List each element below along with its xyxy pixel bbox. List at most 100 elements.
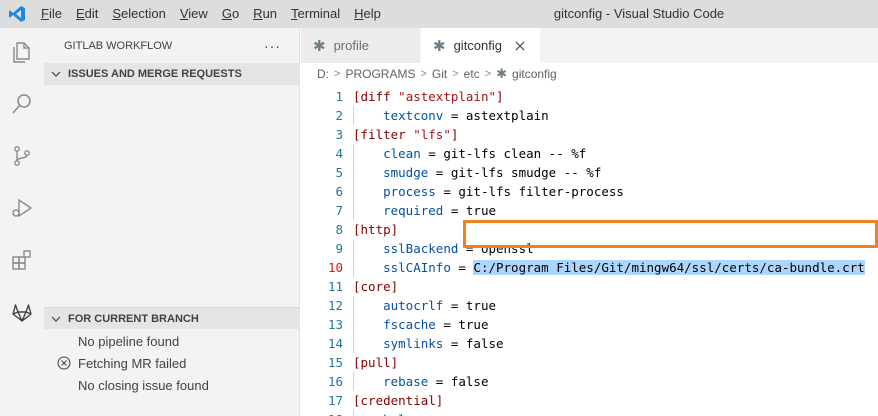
line-number: 9 xyxy=(335,241,343,256)
code-line[interactable]: 2 textconv = astextplain xyxy=(301,106,878,125)
line-text: required = true xyxy=(383,203,497,218)
list-item-closing-issue[interactable]: No closing issue found xyxy=(44,374,299,396)
menu-mnemonic: G xyxy=(221,6,232,21)
section-issues-merge-requests[interactable]: ISSUES AND MERGE REQUESTS xyxy=(44,63,299,85)
line-text: [pull] xyxy=(353,355,399,370)
line-text: fscache = true xyxy=(383,317,489,332)
line-number: 12 xyxy=(327,298,343,313)
error-icon xyxy=(57,356,71,370)
chevron-down-icon xyxy=(48,69,64,79)
more-actions-icon[interactable]: ··· xyxy=(264,38,281,54)
list-item-label: No pipeline found xyxy=(78,333,180,349)
menu-label-rest: elp xyxy=(363,6,381,21)
search-icon[interactable] xyxy=(0,82,44,126)
code-line[interactable]: 3 [filter "lfs"] xyxy=(301,125,878,144)
code-line[interactable]: 13 fscache = true xyxy=(301,315,878,334)
code-line[interactable]: 14 symlinks = false xyxy=(301,334,878,353)
menu-selection[interactable]: Selection xyxy=(105,0,172,28)
line-number: 17 xyxy=(327,393,343,408)
menu-bar: File Edit Selection View Go Run Terminal Help xyxy=(34,0,388,28)
close-icon[interactable] xyxy=(510,36,530,56)
chevron-right-icon: > xyxy=(452,68,459,80)
line-number: 6 xyxy=(335,184,343,199)
section-for-current-branch[interactable]: FOR CURRENT BRANCH xyxy=(44,307,299,329)
code-line[interactable]: 1 [diff "astextplain"] xyxy=(301,87,878,106)
code-line[interactable]: 11 [core] xyxy=(301,277,878,296)
menu-mnemonic: E xyxy=(75,6,85,21)
source-control-icon[interactable] xyxy=(0,134,44,178)
list-item-pipeline[interactable]: No pipeline found xyxy=(44,330,299,352)
code-line[interactable]: 10 sslCAInfo = C:/Program Files/Git/ming… xyxy=(301,258,878,277)
explorer-icon[interactable] xyxy=(0,30,44,74)
sidebar-header: GITLAB WORKFLOW ··· xyxy=(44,28,299,63)
line-number: 3 xyxy=(335,127,343,142)
code-line[interactable]: 17 [credential] xyxy=(301,391,878,410)
indent-guide xyxy=(353,410,354,416)
menu-mnemonic: H xyxy=(354,6,364,21)
menu-terminal[interactable]: Terminal xyxy=(284,0,347,28)
line-number: 10 xyxy=(327,260,343,275)
code-line[interactable]: 6 process = git-lfs filter-process xyxy=(301,182,878,201)
settings-file-icon: ✱ xyxy=(433,37,446,55)
code-line[interactable]: 4 clean = git-lfs clean -- %f xyxy=(301,144,878,163)
code-line[interactable]: 7 required = true xyxy=(301,201,878,220)
list-item-merge-request[interactable]: Fetching MR failed xyxy=(44,352,299,374)
line-text: [http] xyxy=(353,222,399,237)
line-text: rebase = false xyxy=(383,374,489,389)
line-text: [credential] xyxy=(353,393,444,408)
indent-guide xyxy=(353,106,354,125)
chevron-down-icon xyxy=(48,314,64,324)
tab-gitconfig[interactable]: ✱ gitconfig xyxy=(421,28,541,63)
menu-file[interactable]: File xyxy=(34,0,69,28)
line-number: 5 xyxy=(335,165,343,180)
list-item-label: No closing issue found xyxy=(78,377,209,393)
run-debug-icon[interactable] xyxy=(0,186,44,230)
breadcrumb-item[interactable]: D: xyxy=(317,67,329,81)
menu-run[interactable]: Run xyxy=(246,0,284,28)
menu-view[interactable]: View xyxy=(173,0,215,28)
menu-go[interactable]: Go xyxy=(215,0,246,28)
menu-edit[interactable]: Edit xyxy=(69,0,105,28)
gitlab-icon[interactable] xyxy=(0,290,44,334)
title-bar: File Edit Selection View Go Run Terminal Help g… xyxy=(0,0,878,28)
menu-label-rest: un xyxy=(262,6,278,21)
tab-bar: ✱ profile ✱ gitconfig xyxy=(301,28,878,63)
menu-label-rest: dit xyxy=(84,6,99,21)
menu-label-rest: erminal xyxy=(297,6,341,21)
breadcrumb-item[interactable]: Git xyxy=(432,67,447,81)
breadcrumb-item[interactable]: PROGRAMS xyxy=(345,67,415,81)
line-text: process = git-lfs filter-process xyxy=(383,184,624,199)
breadcrumb-item[interactable]: etc xyxy=(464,67,480,81)
extensions-icon[interactable] xyxy=(0,238,44,282)
menu-help[interactable]: Help xyxy=(347,0,388,28)
line-number: 8 xyxy=(335,222,343,237)
tab-profile[interactable]: ✱ profile xyxy=(301,28,421,63)
breadcrumb-item[interactable]: gitconfig xyxy=(512,67,557,81)
sidebar: GITLAB WORKFLOW ··· ISSUES AND MERGE REQ… xyxy=(44,28,300,416)
menu-label-rest: election xyxy=(121,6,166,21)
line-text: symlinks = false xyxy=(383,336,504,351)
vscode-logo-icon xyxy=(0,0,34,28)
line-text: [core] xyxy=(353,279,399,294)
line-text: [filter "lfs"] xyxy=(353,127,459,142)
menu-mnemonic: R xyxy=(253,6,263,21)
indent-guide xyxy=(353,144,354,220)
highlight-annotation xyxy=(463,220,878,248)
code-line[interactable]: 15 [pull] xyxy=(301,353,878,372)
section-label: ISSUES AND MERGE REQUESTS xyxy=(68,68,242,80)
breadcrumb: D: > PROGRAMS > Git > etc > ✱ gitconfig xyxy=(301,63,878,85)
tab-label: gitconfig xyxy=(453,38,502,53)
chevron-right-icon: > xyxy=(420,68,427,80)
code-view[interactable]: 1 [diff "astextplain"] 2 textconv = astext… xyxy=(301,85,878,416)
menu-label-rest: ile xyxy=(48,6,62,21)
line-number: 18 xyxy=(301,410,343,416)
chevron-right-icon: > xyxy=(334,68,341,80)
code-line[interactable]: 12 autocrlf = true xyxy=(301,296,878,315)
chevron-right-icon: > xyxy=(484,68,492,80)
list-item-label: Fetching MR failed xyxy=(78,355,187,371)
line-number: 4 xyxy=(335,146,343,161)
code-line[interactable]: 5 smudge = git-lfs smudge -- %f xyxy=(301,163,878,182)
code-line[interactable]: 16 rebase = false xyxy=(301,372,878,391)
line-number: 13 xyxy=(327,317,343,332)
code-line[interactable]: 18 helper = manager-core xyxy=(301,410,878,416)
